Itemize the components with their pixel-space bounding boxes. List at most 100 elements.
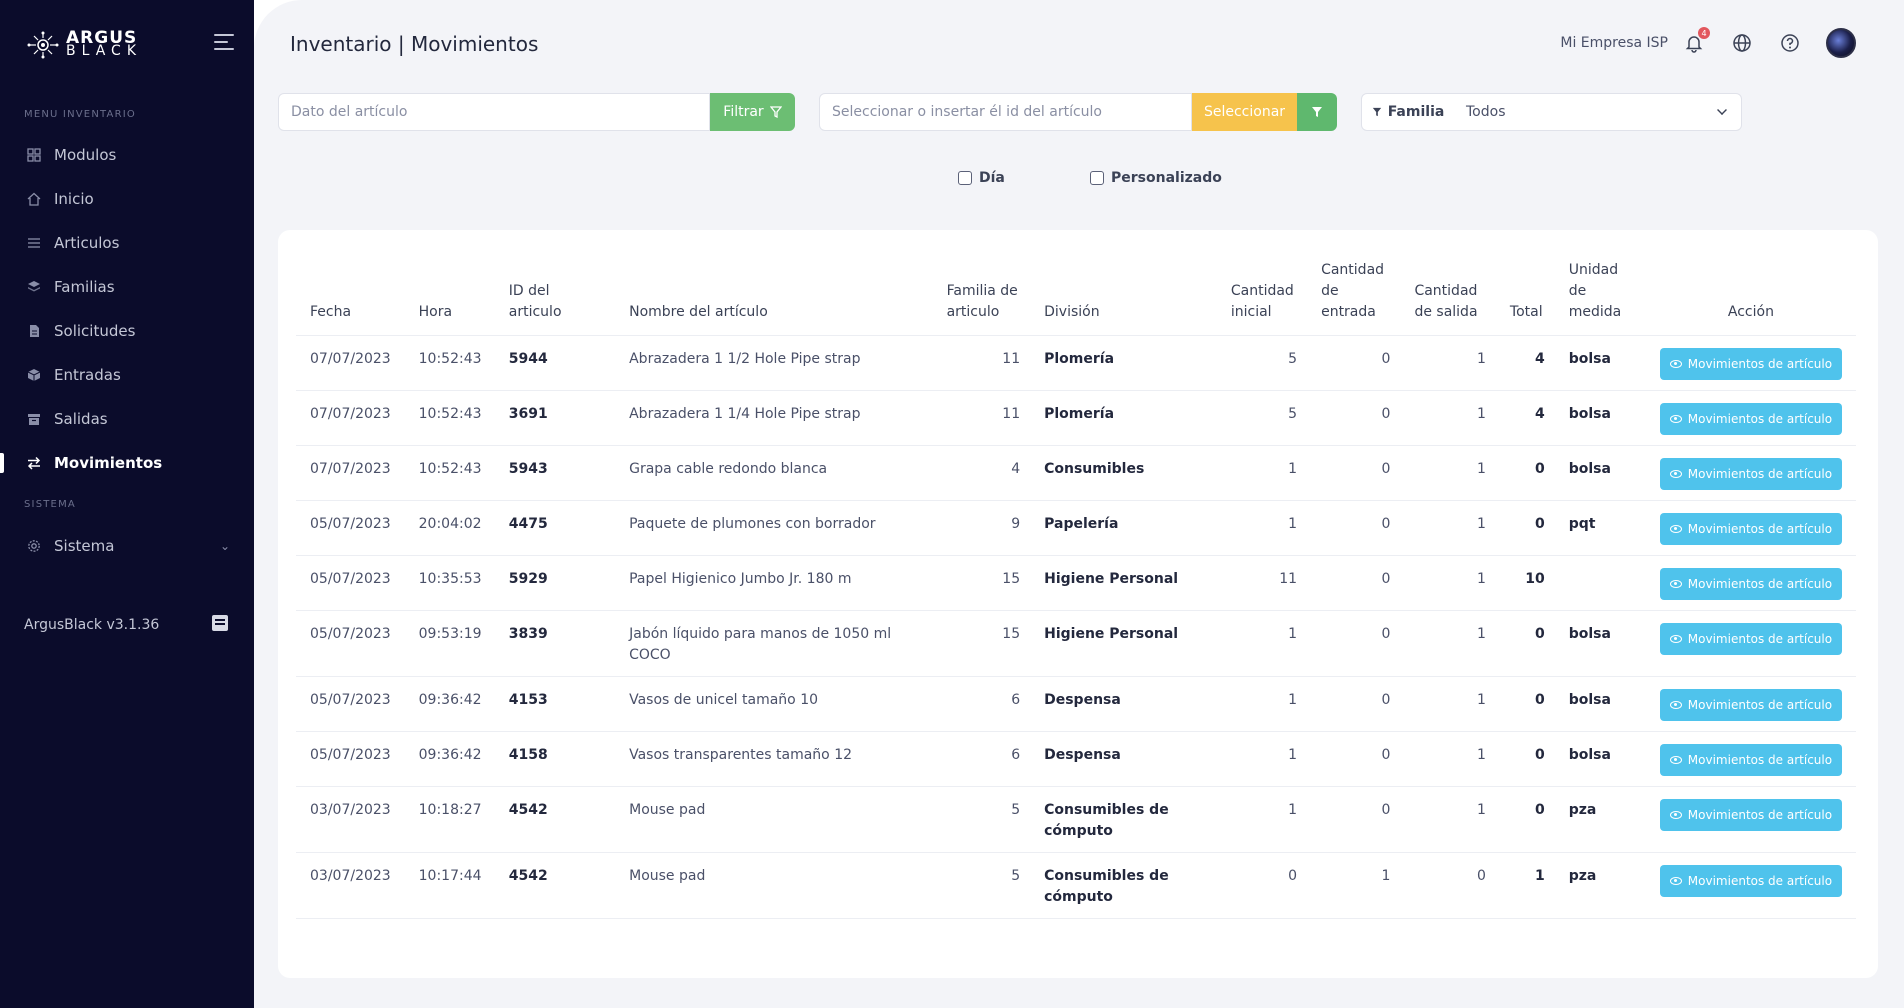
cell-cantidad-entrada: 0 [1307, 335, 1401, 391]
movimientos-articulo-button[interactable]: Movimientos de artículo [1659, 623, 1843, 655]
movimientos-articulo-label: Movimientos de artículo [1687, 411, 1833, 426]
cell-cantidad-inicial: 11 [1216, 555, 1308, 611]
sidebar-item-label: Entradas [54, 366, 121, 384]
cell-hora: 10:52:43 [404, 335, 495, 391]
cell-accion: Movimientos de artículo [1641, 786, 1856, 853]
cell-nombre: Abrazadera 1 1/2 Hole Pipe strap [615, 335, 933, 391]
table-header-row: Fecha Hora ID del articulo Nombre del ar… [296, 260, 1856, 336]
movimientos-articulo-button[interactable]: Movimientos de artículo [1659, 348, 1843, 380]
cell-fecha: 05/07/2023 [296, 610, 405, 677]
cell-familia: 15 [932, 610, 1031, 677]
eye-icon [1669, 701, 1682, 709]
movimientos-articulo-button[interactable]: Movimientos de artículo [1659, 744, 1843, 776]
cell-familia: 4 [932, 445, 1031, 501]
section-sistema: SISTEMA [24, 499, 76, 510]
cell-familia: 6 [932, 676, 1031, 732]
sidebar-item-articulos[interactable]: Articulos [0, 225, 254, 261]
seleccionar-button[interactable]: Seleccionar [1192, 93, 1297, 131]
movimientos-articulo-button[interactable]: Movimientos de artículo [1659, 689, 1843, 721]
sidebar-item-inicio[interactable]: Inicio [0, 181, 254, 217]
cell-fecha: 07/07/2023 [296, 445, 405, 501]
cell-id: 5929 [494, 555, 616, 611]
familia-label-text: Familia [1387, 104, 1445, 120]
cell-total: 0 [1495, 500, 1555, 556]
section-menu-inventario: MENU INVENTARIO [24, 109, 136, 120]
sidebar-item-movimientos[interactable]: Movimientos [0, 445, 254, 481]
user-avatar[interactable] [1826, 28, 1856, 58]
sidebar-item-modulos[interactable]: Modulos [0, 137, 254, 173]
cell-hora: 09:36:42 [404, 676, 495, 732]
dia-checkbox[interactable]: Día [958, 170, 1005, 186]
col-accion: Acción [1641, 260, 1856, 336]
familia-select[interactable]: Todos [1454, 93, 1742, 131]
globe-icon[interactable] [1730, 31, 1754, 55]
cell-cantidad-entrada: 1 [1307, 852, 1401, 919]
cell-unidad: pza [1554, 852, 1642, 919]
company-name[interactable]: Mi Empresa ISP [1560, 35, 1668, 51]
dia-label: Día [979, 170, 1005, 186]
movimientos-articulo-button[interactable]: Movimientos de artículo [1659, 865, 1843, 897]
cell-division: Plomería [1030, 335, 1217, 391]
cell-unidad: bolsa [1554, 610, 1642, 677]
brand-logo[interactable]: ARGUS BLACK [26, 30, 142, 60]
sidebar-item-entradas[interactable]: Entradas [0, 357, 254, 393]
personalizado-checkbox[interactable]: Personalizado [1090, 170, 1222, 186]
cell-total: 0 [1495, 445, 1555, 501]
checkbox-box[interactable] [958, 171, 972, 185]
movimientos-articulo-button[interactable]: Movimientos de artículo [1659, 799, 1843, 831]
cell-cantidad-inicial: 1 [1216, 731, 1308, 787]
sidebar-item-solicitudes[interactable]: Solicitudes [0, 313, 254, 349]
checkbox-box[interactable] [1090, 171, 1104, 185]
movimientos-articulo-button[interactable]: Movimientos de artículo [1659, 458, 1843, 490]
cell-total: 4 [1495, 390, 1555, 446]
help-icon[interactable] [1778, 31, 1802, 55]
dato-articulo-input[interactable]: Dato del artículo [278, 93, 710, 131]
cell-total: 0 [1495, 676, 1555, 732]
cell-nombre: Paquete de plumones con borrador [615, 500, 933, 556]
cell-id: 5944 [494, 335, 616, 391]
movimientos-articulo-button[interactable]: Movimientos de artículo [1659, 568, 1843, 600]
col-cantidad-inicial: Cantidad inicial [1216, 260, 1308, 336]
cell-division: Higiene Personal [1030, 555, 1217, 611]
cell-unidad: pqt [1554, 500, 1642, 556]
col-cantidad-entrada: Cantidad de entrada [1307, 260, 1401, 336]
cell-hora: 09:36:42 [404, 731, 495, 787]
movimientos-articulo-label: Movimientos de artículo [1687, 356, 1833, 371]
table-row: 05/07/2023 09:36:42 4153 Vasos de unicel ta… [296, 676, 1856, 732]
familia-label: Familia [1361, 93, 1455, 131]
cell-hora: 10:35:53 [404, 555, 495, 611]
col-total: Total [1495, 260, 1555, 336]
movimientos-articulo-button[interactable]: Movimientos de artículo [1659, 513, 1843, 545]
filtrar-button[interactable]: Filtrar [710, 93, 795, 131]
bell-icon[interactable]: 4 [1682, 27, 1710, 55]
id-articulo-input[interactable]: Seleccionar o insertar él id del artícul… [819, 93, 1192, 131]
sidebar-item-salidas[interactable]: Salidas [0, 401, 254, 437]
filter-apply-button[interactable] [1297, 93, 1337, 131]
menu-toggle-icon[interactable] [214, 34, 236, 52]
cell-nombre: Vasos transparentes tamaño 12 [615, 731, 933, 787]
cell-division: Despensa [1030, 731, 1217, 787]
brand-subname: BLACK [66, 43, 143, 59]
eye-icon [1669, 415, 1682, 423]
sidebar-item-sistema[interactable]: Sistema ⌄ [0, 528, 254, 564]
cell-familia: 11 [932, 335, 1031, 391]
cell-cantidad-salida: 1 [1400, 731, 1496, 787]
cell-fecha: 05/07/2023 [296, 676, 405, 732]
cell-hora: 20:04:02 [404, 500, 495, 556]
sidebar-item-familias[interactable]: Familias [0, 269, 254, 305]
filtrar-label: Filtrar [723, 104, 764, 120]
changelog-icon[interactable] [212, 615, 228, 631]
movimientos-articulo-label: Movimientos de artículo [1687, 873, 1833, 888]
header-actions: Mi Empresa ISP 4 [1560, 27, 1856, 58]
cell-nombre: Mouse pad [615, 852, 933, 919]
filter-icon [769, 106, 782, 118]
cell-id: 4542 [494, 852, 616, 919]
cell-cantidad-entrada: 0 [1307, 390, 1401, 446]
eye-icon [1669, 580, 1682, 588]
cell-accion: Movimientos de artículo [1641, 555, 1856, 611]
movimientos-articulo-label: Movimientos de artículo [1687, 631, 1833, 646]
personalizado-label: Personalizado [1111, 170, 1222, 186]
cell-total: 10 [1495, 555, 1555, 611]
cell-cantidad-entrada: 0 [1307, 786, 1401, 853]
movimientos-articulo-button[interactable]: Movimientos de artículo [1659, 403, 1843, 435]
